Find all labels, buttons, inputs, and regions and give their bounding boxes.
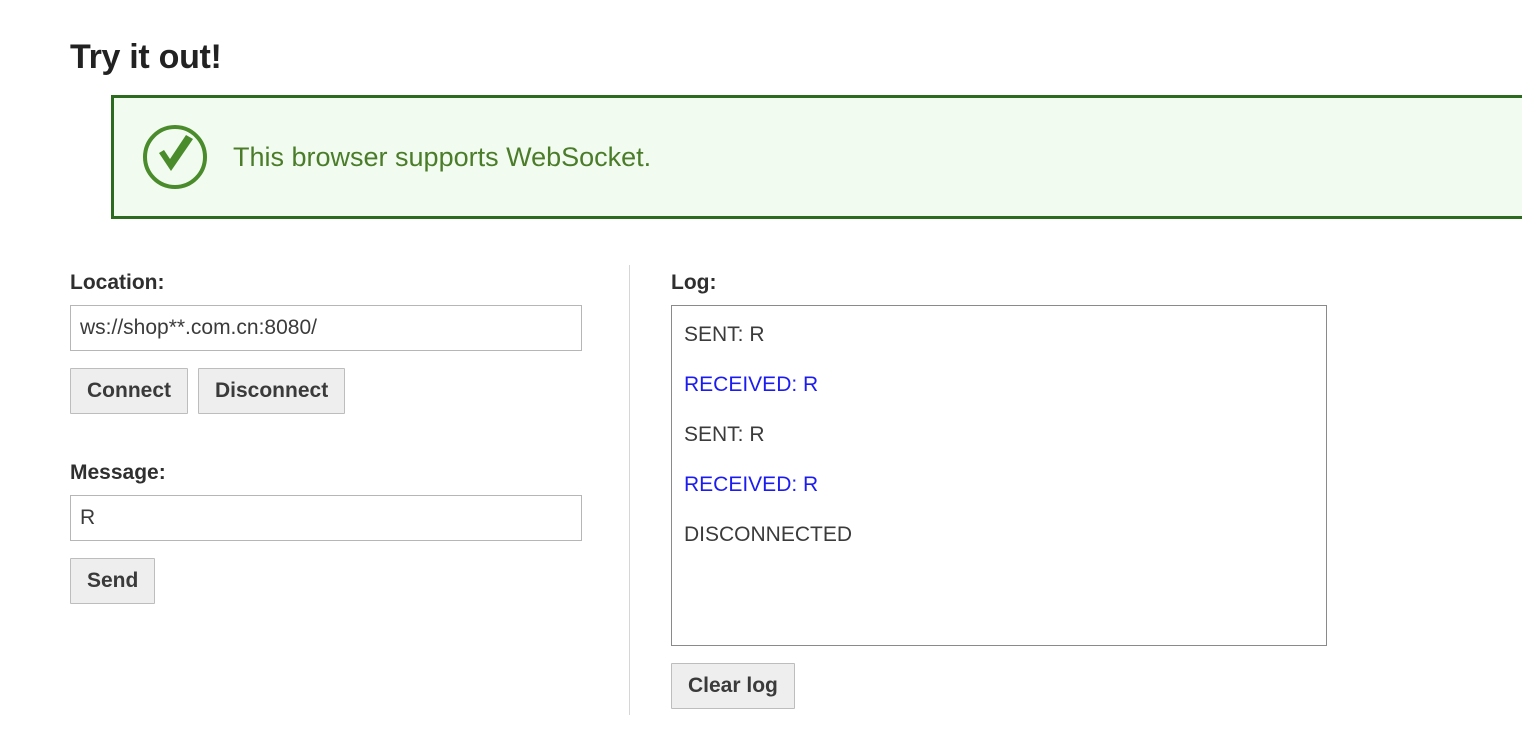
- connection-button-row: Connect Disconnect: [70, 368, 590, 414]
- connect-button[interactable]: Connect: [70, 368, 188, 414]
- log-output[interactable]: SENT: R RECEIVED: R SENT: R RECEIVED: R DISC…: [671, 305, 1327, 646]
- banner-message: This browser supports WebSocket.: [233, 141, 652, 172]
- log-label: Log:: [671, 271, 717, 294]
- page-title: Try it out!: [70, 37, 222, 76]
- log-button-row: Clear log: [671, 663, 1327, 709]
- column-divider: [629, 265, 630, 715]
- location-input[interactable]: [70, 305, 582, 351]
- websocket-support-banner: This browser supports WebSocket.: [111, 95, 1522, 219]
- log-entry: RECEIVED: R: [684, 373, 819, 396]
- log-entry: RECEIVED: R: [684, 473, 819, 496]
- log-entry: DISCONNECTED: [684, 523, 853, 546]
- log-panel: Log: SENT: R RECEIVED: R SENT: R RECEIVED: …: [671, 272, 1327, 709]
- message-label: Message:: [70, 461, 166, 484]
- message-input[interactable]: [70, 495, 582, 541]
- send-button[interactable]: Send: [70, 558, 156, 604]
- circle-check-icon: [139, 121, 211, 193]
- message-button-row: Send: [70, 558, 590, 604]
- log-entry: SENT: R: [684, 423, 765, 446]
- clear-log-button[interactable]: Clear log: [671, 663, 795, 709]
- disconnect-button[interactable]: Disconnect: [198, 368, 346, 414]
- message-panel: Message: Send: [70, 462, 590, 604]
- log-entry: SENT: R: [684, 323, 765, 346]
- location-label: Location:: [70, 271, 165, 294]
- connection-panel: Location: Connect Disconnect Message: Se…: [70, 272, 590, 604]
